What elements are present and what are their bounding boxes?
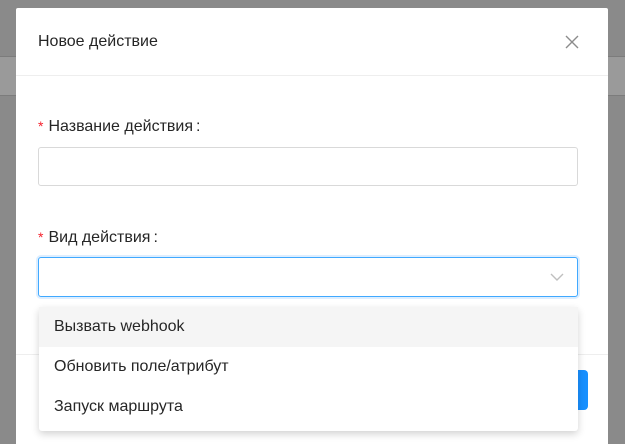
label-colon: :	[153, 229, 158, 246]
dropdown-option-label: Обновить поле/атрибут	[54, 358, 229, 375]
action-type-label: * Вид действия:	[38, 229, 158, 247]
required-mark: *	[38, 229, 44, 245]
dropdown-option-webhook[interactable]: Вызвать webhook	[39, 307, 578, 347]
modal-title: Новое действие	[38, 33, 158, 50]
action-name-label-text: Название действия	[48, 118, 193, 135]
action-type-select[interactable]	[38, 257, 578, 297]
dropdown-option-label: Запуск маршрута	[54, 398, 183, 415]
modal-header: Новое действие	[16, 8, 608, 76]
dropdown-option-label: Вызвать webhook	[54, 318, 185, 335]
dropdown-option-update-field[interactable]: Обновить поле/атрибут	[39, 347, 578, 387]
action-name-input[interactable]	[38, 147, 578, 186]
action-name-label: * Название действия:	[38, 118, 200, 136]
primary-button[interactable]	[578, 370, 588, 410]
dropdown-option-run-route[interactable]: Запуск маршрута	[39, 387, 578, 427]
label-colon: :	[196, 118, 201, 135]
action-type-label-text: Вид действия	[48, 229, 151, 246]
action-type-dropdown: Вызвать webhook Обновить поле/атрибут За…	[39, 307, 578, 431]
chevron-down-icon	[550, 273, 564, 281]
close-icon	[565, 35, 579, 49]
close-button[interactable]	[562, 32, 582, 52]
required-mark: *	[38, 118, 44, 134]
